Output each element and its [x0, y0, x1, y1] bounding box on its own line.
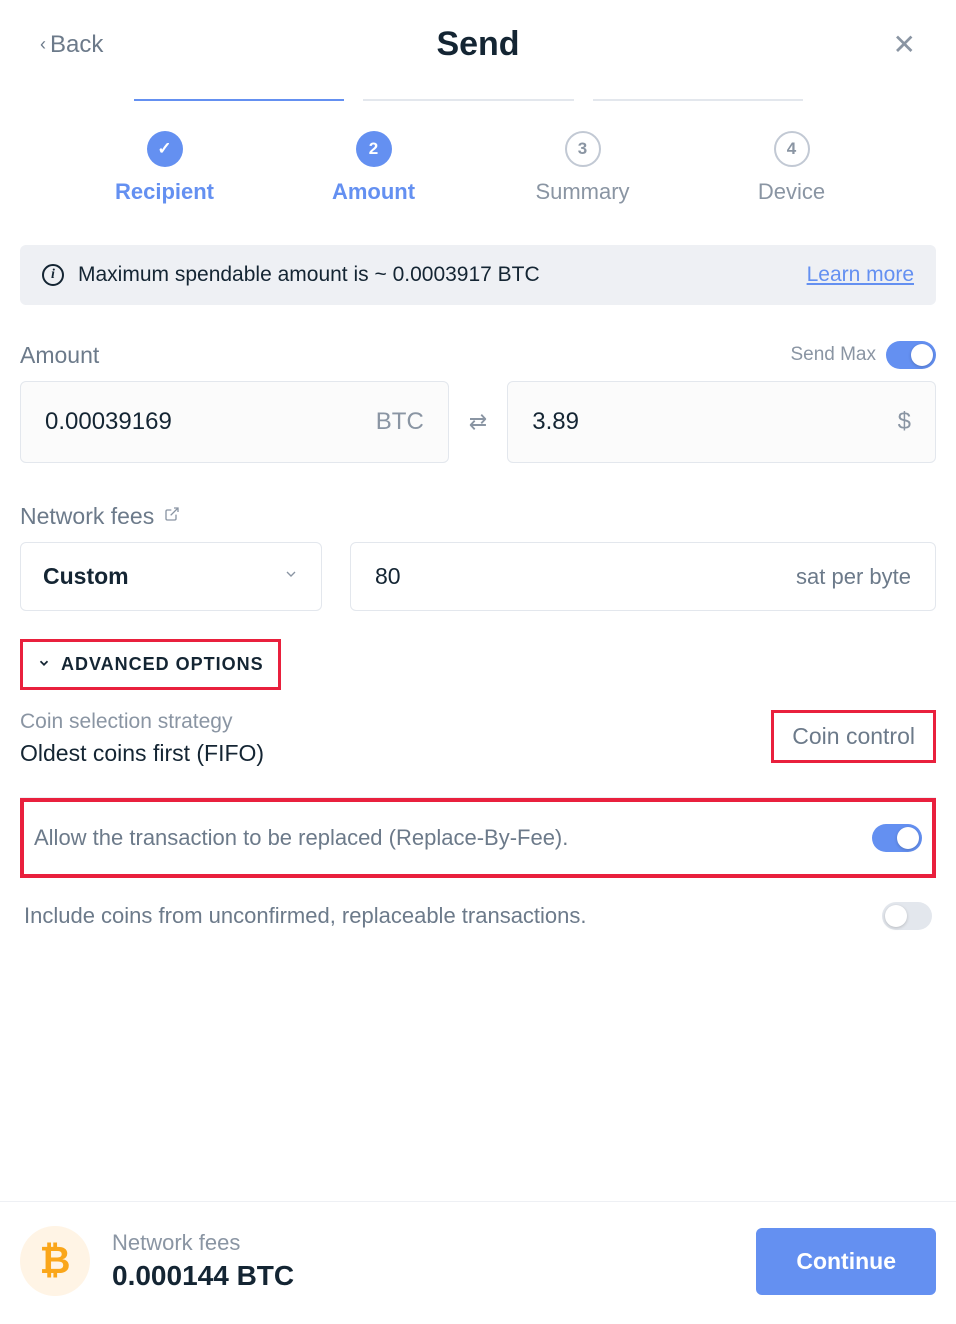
- info-icon: i: [42, 264, 64, 286]
- learn-more-link[interactable]: Learn more: [807, 263, 914, 287]
- step-circle: ✓: [147, 131, 183, 167]
- step-recipient[interactable]: ✓ Recipient: [60, 131, 269, 205]
- step-amount[interactable]: 2 Amount: [269, 131, 478, 205]
- fee-row: Custom 80 sat per byte: [20, 542, 936, 611]
- content: i Maximum spendable amount is ~ 0.000391…: [0, 245, 956, 954]
- stepper-line: [593, 99, 803, 101]
- info-text: Maximum spendable amount is ~ 0.0003917 …: [78, 263, 540, 287]
- send-max-label: Send Max: [790, 344, 876, 366]
- close-button[interactable]: ✕: [893, 28, 916, 61]
- amount-label: Amount: [20, 342, 99, 369]
- rbf-option-row: Allow the transaction to be replaced (Re…: [20, 798, 936, 878]
- crypto-amount-input[interactable]: 0.00039169 BTC: [20, 381, 449, 463]
- external-link-icon[interactable]: [164, 506, 180, 527]
- step-device: 4 Device: [687, 131, 896, 205]
- fee-preset-select[interactable]: Custom: [20, 542, 322, 611]
- unconfirmed-label: Include coins from unconfirmed, replacea…: [24, 903, 587, 929]
- amount-row: 0.00039169 BTC ⇄ 3.89 $: [20, 381, 936, 463]
- step-label: Summary: [535, 179, 629, 205]
- fees-label: Network fees: [20, 503, 154, 530]
- stepper: ✓ Recipient 2 Amount 3 Summary 4 Device: [0, 81, 956, 245]
- modal-header: ‹ Back Send ✕: [0, 0, 956, 81]
- close-icon: ✕: [893, 29, 916, 60]
- step-circle: 2: [356, 131, 392, 167]
- coin-strategy-row: Coin selection strategy Oldest coins fir…: [20, 710, 936, 767]
- step-label: Recipient: [115, 179, 214, 205]
- advanced-options-toggle[interactable]: ADVANCED OPTIONS: [20, 639, 281, 690]
- unconfirmed-option-row: Include coins from unconfirmed, replacea…: [20, 878, 936, 954]
- step-label: Amount: [332, 179, 415, 205]
- step-summary: 3 Summary: [478, 131, 687, 205]
- fee-rate-input[interactable]: 80 sat per byte: [350, 542, 936, 611]
- fee-rate-value: 80: [375, 563, 401, 590]
- step-circle: 4: [774, 131, 810, 167]
- back-label: Back: [50, 31, 103, 59]
- crypto-currency: BTC: [376, 408, 424, 436]
- advanced-label: ADVANCED OPTIONS: [61, 654, 264, 675]
- step-circle: 3: [565, 131, 601, 167]
- page-title: Send: [436, 25, 519, 64]
- crypto-value: 0.00039169: [45, 408, 172, 436]
- toggle-knob: [885, 905, 907, 927]
- send-max-toggle[interactable]: [886, 341, 936, 369]
- footer-fees-label: Network fees: [112, 1230, 294, 1256]
- rbf-toggle[interactable]: [872, 824, 922, 852]
- stepper-line: [363, 99, 573, 101]
- back-button[interactable]: ‹ Back: [40, 31, 103, 59]
- fiat-currency: $: [898, 408, 911, 436]
- stepper-line: [134, 99, 344, 101]
- swap-button[interactable]: ⇄: [469, 409, 487, 435]
- info-banner: i Maximum spendable amount is ~ 0.000391…: [20, 245, 936, 305]
- chevron-left-icon: ‹: [40, 34, 46, 55]
- footer: ₿ Network fees 0.000144 BTC Continue: [0, 1201, 956, 1324]
- toggle-knob: [897, 827, 919, 849]
- rbf-label: Allow the transaction to be replaced (Re…: [34, 825, 568, 851]
- unconfirmed-toggle[interactable]: [882, 902, 932, 930]
- step-label: Device: [758, 179, 825, 205]
- footer-fees-value: 0.000144 BTC: [112, 1260, 294, 1292]
- toggle-knob: [911, 344, 933, 366]
- chevron-down-icon: [283, 566, 299, 587]
- coin-control-button[interactable]: Coin control: [771, 710, 936, 763]
- chevron-down-icon: [37, 654, 51, 675]
- coin-strategy-label: Coin selection strategy: [20, 710, 264, 734]
- coin-strategy-value: Oldest coins first (FIFO): [20, 740, 264, 767]
- fee-rate-unit: sat per byte: [796, 564, 911, 590]
- fiat-value: 3.89: [532, 408, 579, 436]
- fiat-amount-input[interactable]: 3.89 $: [507, 381, 936, 463]
- check-icon: ✓: [157, 139, 171, 159]
- continue-button[interactable]: Continue: [756, 1228, 936, 1295]
- bitcoin-icon: ₿: [20, 1226, 90, 1296]
- swap-icon: ⇄: [469, 409, 487, 434]
- fee-preset-value: Custom: [43, 563, 129, 590]
